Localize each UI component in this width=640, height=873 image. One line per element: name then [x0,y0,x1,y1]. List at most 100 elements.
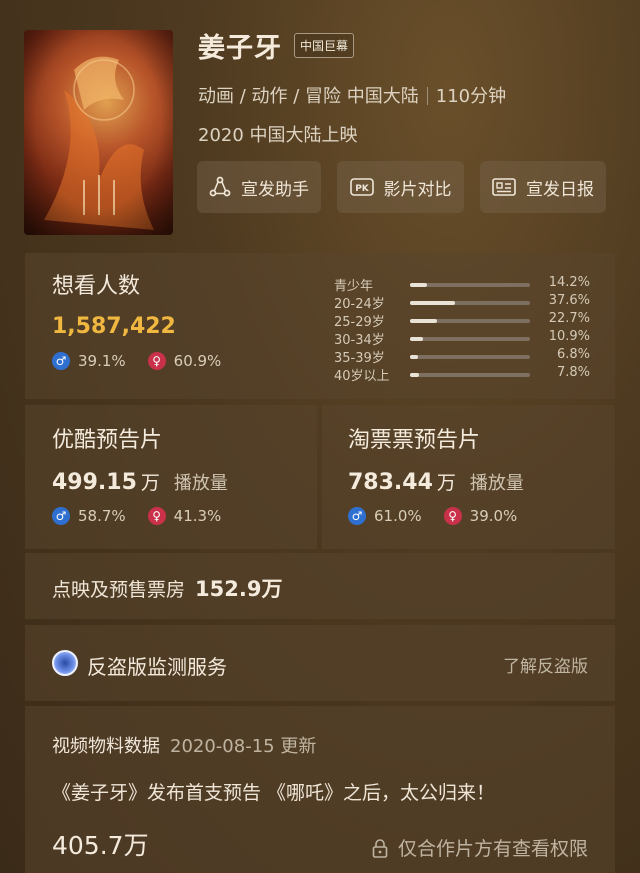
taopiaopiao-unit: 万 [436,472,456,494]
age-bar-fill [410,373,420,377]
learn-anti-piracy-link[interactable]: 了解反盗版 [503,652,588,677]
promo-daily-label: 宣发日报 [526,179,594,200]
age-row: 30-34岁 10.9% [334,329,604,348]
male-icon: ♂ [52,352,70,370]
want-to-see-count: 1,587,422 [52,314,176,339]
movie-genres: 动画 / 动作 / 冒险 中国大陆 [198,86,419,107]
share-network-icon [209,176,231,198]
presale-value: 152.9万 [195,577,283,601]
title-row: 姜子牙 中国巨幕 [198,26,355,65]
age-pct: 7.8% [556,365,590,380]
age-bar-track [410,319,530,323]
presale-label: 点映及预售票房 [52,579,186,601]
female-icon: ♀ [147,352,166,370]
video-update-date: 2020-08-15 更新 [170,736,317,757]
age-label: 40岁以上 [334,369,390,384]
youku-unit: 万 [140,472,160,494]
age-label: 35-39岁 [334,351,385,366]
age-label: 青少年 [334,279,374,294]
age-row: 青少年 14.2% [334,275,604,294]
taopiaopiao-male-pct: 61.0% [374,507,422,525]
age-bar-track [410,373,530,377]
promo-assistant-button[interactable]: 宣发助手 [197,161,321,213]
youku-male-pct: 58.7% [78,507,126,525]
anti-piracy-icon [52,650,78,676]
age-bar-fill [410,283,428,287]
taopiaopiao-plays: 783.44 万播放量 [348,468,524,495]
male-icon: ♂ [348,507,366,525]
video-material-title: 视频物料数据 [52,736,160,757]
presale-row: 点映及预售票房 152.9万 [52,573,282,603]
lock-icon [372,838,388,858]
video-views: 405.7万 [52,831,149,860]
youku-title: 优酷预告片 [52,428,163,453]
anti-piracy-title: 反盗版监测服务 [87,655,227,679]
video-material-panel[interactable]: 视频物料数据 2020-08-15 更新 《姜子牙》发布首支预告 《哪吒》之后，太… [25,706,615,873]
movie-header: 姜子牙 中国巨幕 动画 / 动作 / 冒险 中国大陆 110分钟 2020 中国大… [0,0,640,252]
want-gender-split: ♂ 39.1% ♀ 60.9% [52,352,221,370]
promo-daily-button[interactable]: 宣发日报 [480,161,606,213]
movie-duration: 110分钟 [435,86,507,107]
youku-gender-split: ♂ 58.7% ♀ 41.3% [52,507,221,525]
male-pct: 39.1% [78,352,126,370]
age-label: 30-34岁 [334,333,385,348]
video-material-header: 视频物料数据 2020-08-15 更新 [52,732,316,758]
presale-box-office-panel[interactable]: 点映及预售票房 152.9万 [25,553,615,619]
pk-icon: PK [349,178,374,196]
age-row: 20-24岁 37.6% [334,293,604,312]
movie-release: 2020 中国大陆上映 [198,125,358,146]
taopiaopiao-title: 淘票票预告片 [348,428,481,453]
youku-value: 499.15 [52,470,137,495]
taopiaopiao-female-pct: 39.0% [469,507,518,525]
movie-title: 姜子牙 [198,33,282,64]
want-to-see-panel[interactable]: 想看人数 1,587,422 ♂ 39.1% ♀ 60.9% 青少年 14.2% 2… [25,253,615,399]
permission-notice: 仅合作片方有查看权限 [372,834,588,861]
permission-text: 仅合作片方有查看权限 [397,838,588,860]
want-to-see-title: 想看人数 [52,274,141,299]
age-row: 40岁以上 7.8% [334,365,604,384]
age-bar-fill [410,301,456,305]
age-row: 35-39岁 6.8% [334,347,604,366]
age-pct: 6.8% [556,347,590,362]
age-label: 25-29岁 [334,315,385,330]
age-pct: 22.7% [548,311,590,326]
poster-art [24,30,173,235]
youku-plays: 499.15 万播放量 [52,468,228,495]
age-bar-track [410,301,530,305]
video-description[interactable]: 《姜子牙》发布首支预告 《哪吒》之后，太公归来！ [52,778,495,805]
movie-genres-row: 动画 / 动作 / 冒险 中国大陆 110分钟 [198,82,506,108]
age-pct: 37.6% [548,293,590,308]
film-compare-label: 影片对比 [383,179,452,200]
taopiaopiao-gender-split: ♂ 61.0% ♀ 39.0% [348,507,517,525]
taopiaopiao-value: 783.44 [348,470,433,495]
youku-female-pct: 41.3% [173,507,222,525]
age-bar-track [410,337,530,341]
movie-poster[interactable] [24,30,173,235]
age-pct: 14.2% [548,275,590,290]
taopiaopiao-play-label: 播放量 [469,473,524,494]
age-pct: 10.9% [548,329,590,344]
age-bar-fill [410,355,419,359]
youku-trailer-panel[interactable]: 优酷预告片 499.15 万播放量 ♂ 58.7% ♀ 41.3% [25,405,317,549]
age-bar-track [410,283,530,287]
age-bar-fill [410,319,438,323]
taopiaopiao-trailer-panel[interactable]: 淘票票预告片 783.44 万播放量 ♂ 61.0% ♀ 39.0% [322,405,615,549]
film-compare-button[interactable]: PK 影片对比 [337,161,464,213]
female-group: ♀ 60.9% [147,352,222,370]
age-row: 25-29岁 22.7% [334,311,604,330]
age-bar-fill [410,337,424,341]
imax-badge: 中国巨幕 [294,33,355,58]
age-distribution: 青少年 14.2% 20-24岁 37.6% 25-29岁 22.7% 30-34岁 10.9… [334,275,604,384]
female-group: ♀ 39.0% [443,507,518,525]
male-icon: ♂ [52,507,70,525]
divider [426,87,428,105]
female-group: ♀ 41.3% [147,507,222,525]
svg-text:PK: PK [355,184,370,194]
age-label: 20-24岁 [334,297,385,312]
female-icon: ♀ [147,507,166,525]
age-bar-track [410,355,530,359]
youku-play-label: 播放量 [173,473,228,494]
female-pct: 60.9% [173,352,222,370]
female-icon: ♀ [443,507,462,525]
anti-piracy-panel[interactable]: 反盗版监测服务 了解反盗版 [25,625,615,701]
